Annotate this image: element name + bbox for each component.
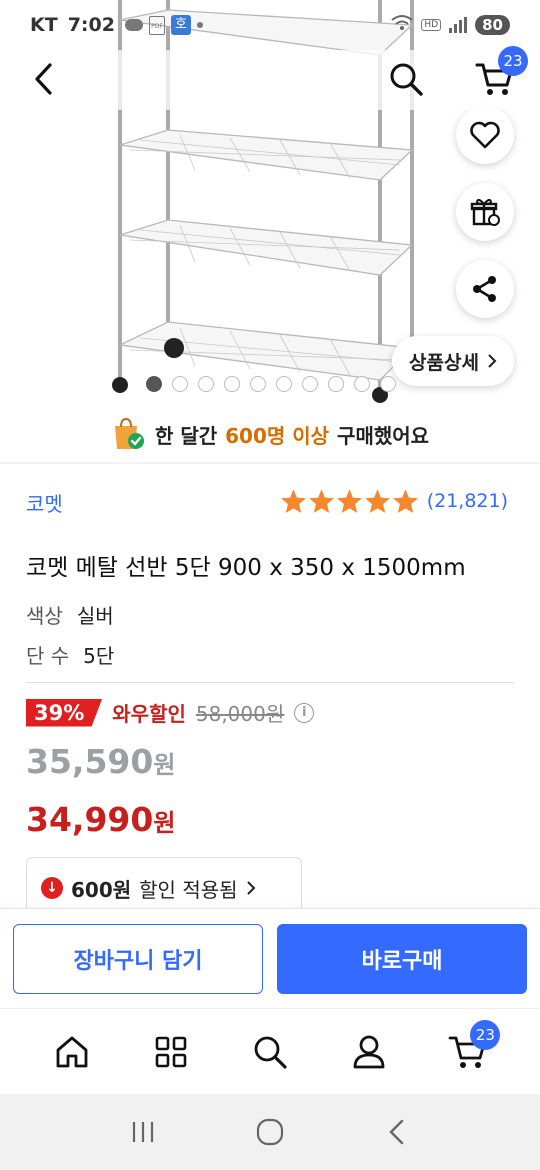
product-title: 코멧 메탈 선반 5단 900 x 350 x 1500mm: [26, 555, 466, 581]
option-color-value: 실버: [76, 604, 114, 628]
option-tiers-value: 5단: [83, 644, 115, 668]
tab-my-account[interactable]: [339, 1022, 399, 1082]
pagination-dot[interactable]: [250, 376, 266, 392]
brand-link[interactable]: 코멧: [26, 488, 63, 517]
cart-button[interactable]: 23: [470, 46, 528, 104]
share-icon: [473, 276, 496, 302]
tab-cart-count-badge: 23: [470, 1019, 501, 1050]
chevron-right-icon: [488, 354, 497, 368]
back-system-button[interactable]: [372, 1107, 422, 1157]
carrier-label: KT: [30, 14, 58, 36]
tab-home[interactable]: [42, 1022, 102, 1082]
final-price-number: 34,990: [26, 800, 154, 839]
gift-icon: [470, 198, 500, 226]
pdf-icon: PDF: [148, 15, 165, 35]
user-icon: [353, 1035, 385, 1068]
sale-price: 35,590원: [26, 742, 175, 781]
tab-cart[interactable]: 23: [438, 1019, 501, 1082]
buyers-count: 600명 이상: [225, 423, 330, 448]
option-color: 색상 실버: [26, 600, 114, 629]
share-button[interactable]: [456, 260, 514, 318]
sale-price-number: 35,590: [26, 742, 154, 781]
pagination-dot[interactable]: [172, 376, 188, 392]
buyers-prefix: 한 달간: [154, 423, 218, 448]
final-price: 34,990원: [26, 800, 175, 839]
signal-icon: [449, 17, 468, 33]
purchase-count-banner: 한 달간 600명 이상 구매했어요: [0, 412, 540, 456]
star-icon: [336, 489, 362, 513]
product-page: KT 7:02 PDF 호 HD 80 23 상품상세 한 달간 600명 이상…: [0, 0, 540, 1170]
cart-count-badge: 23: [498, 46, 528, 76]
search-icon: [254, 1036, 287, 1069]
hd-voice-icon: HD: [421, 19, 442, 31]
product-detail-label: 상품상세: [409, 351, 479, 374]
tab-categories[interactable]: [141, 1022, 201, 1082]
star-icon: [392, 489, 418, 513]
purchase-bar: 장바구니 담기 바로구매: [0, 908, 540, 1008]
star-icon: [308, 489, 334, 513]
tab-search[interactable]: [240, 1022, 300, 1082]
system-navigation-bar: [0, 1094, 540, 1170]
buyers-suffix: 구매했어요: [337, 423, 430, 448]
cloud-icon: [124, 19, 143, 31]
final-price-unit: 원: [153, 809, 176, 837]
recent-apps-button[interactable]: [118, 1107, 168, 1157]
home-icon: [56, 1036, 87, 1067]
product-detail-button[interactable]: 상품상세: [392, 336, 514, 386]
add-to-cart-button[interactable]: 장바구니 담기: [13, 924, 263, 994]
discount-row: 39% 와우할인 58,000원 i: [26, 698, 315, 727]
back-button[interactable]: [22, 54, 66, 104]
star-icon: [280, 489, 306, 513]
search-icon: [390, 63, 423, 96]
option-tiers-label: 단 수: [26, 644, 70, 668]
pagination-dot[interactable]: [354, 376, 370, 392]
image-pagination[interactable]: [146, 376, 396, 392]
buy-now-button[interactable]: 바로구매: [277, 924, 527, 994]
recent-apps-icon: [133, 1122, 154, 1142]
coupon-text: 할인 적용됨: [139, 877, 238, 902]
arrow-down-icon: ↓: [41, 877, 63, 899]
pagination-dot[interactable]: [328, 376, 344, 392]
pagination-dot[interactable]: [276, 376, 292, 392]
home-circle-icon: [256, 1118, 284, 1146]
discount-rate-badge: 39%: [26, 698, 103, 727]
review-count: (21,821): [426, 490, 508, 512]
bottom-tab-bar: 23: [0, 1008, 540, 1094]
sale-price-unit: 원: [153, 751, 176, 779]
option-tiers: 단 수 5단: [26, 640, 114, 669]
wow-discount-label: 와우할인: [112, 702, 186, 726]
pagination-dot[interactable]: [146, 376, 162, 392]
rating-summary[interactable]: (21,821): [280, 488, 508, 514]
section-divider: [0, 462, 540, 464]
grid-icon: [155, 1036, 187, 1067]
clock: 7:02: [67, 14, 115, 36]
status-bar: KT 7:02 PDF 호 HD 80: [0, 0, 540, 50]
battery-indicator: 80: [475, 15, 510, 35]
pagination-dot[interactable]: [302, 376, 318, 392]
wishlist-button[interactable]: [456, 106, 514, 164]
pagination-dot[interactable]: [224, 376, 240, 392]
info-icon[interactable]: i: [294, 702, 315, 723]
top-nav: 23: [0, 46, 540, 110]
pagination-dot[interactable]: [198, 376, 214, 392]
home-system-button[interactable]: [245, 1107, 295, 1157]
chevron-right-icon: [246, 881, 255, 895]
pagination-dot[interactable]: [380, 376, 396, 392]
shopping-bag-check-icon: [114, 417, 144, 449]
more-notifications-icon: [196, 22, 203, 28]
option-color-label: 색상: [26, 604, 63, 628]
price-divider: [26, 682, 514, 683]
back-chevron-icon: [388, 1119, 403, 1145]
coupon-amount: 600원: [71, 877, 132, 902]
wifi-icon: [391, 14, 414, 36]
back-arrow-icon: [35, 63, 52, 95]
heart-icon: [470, 121, 500, 149]
original-price: 58,000원: [195, 702, 285, 726]
app-notification-icon: 호: [170, 15, 191, 35]
gift-button[interactable]: [456, 183, 514, 241]
search-button[interactable]: [384, 54, 428, 104]
rating-stars: [280, 488, 419, 514]
star-icon: [364, 489, 390, 513]
